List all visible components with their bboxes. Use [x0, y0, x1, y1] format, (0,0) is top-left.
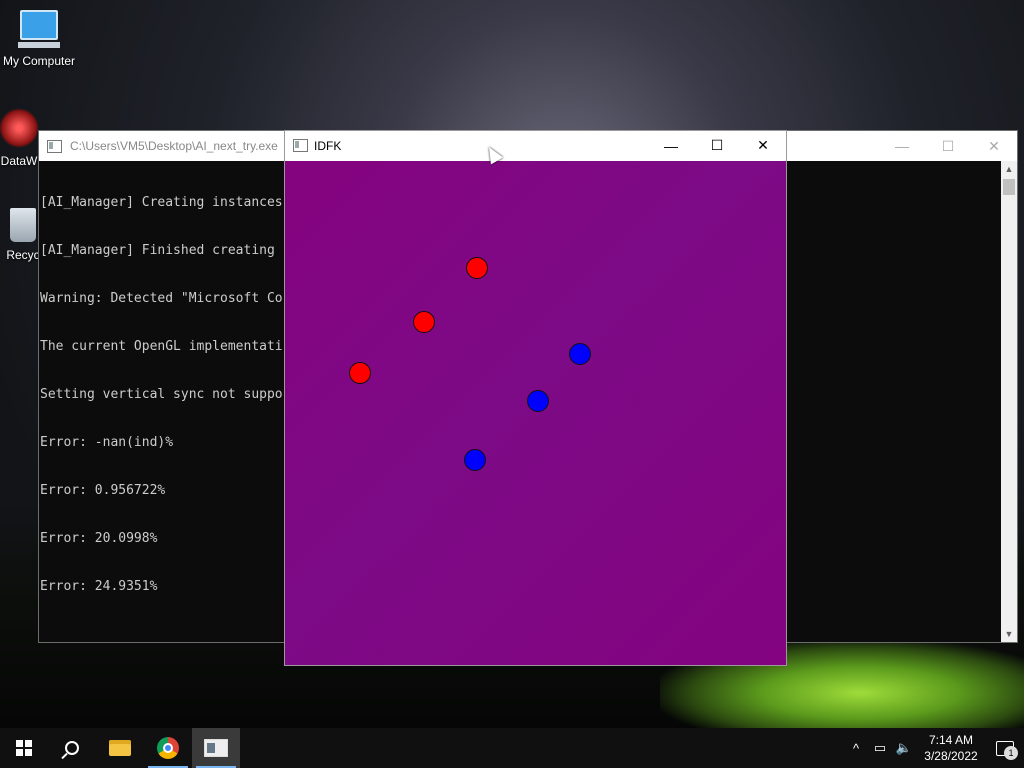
blue-point: [569, 343, 591, 365]
folder-icon: [109, 740, 131, 756]
app-shortcut-icon: [0, 108, 39, 148]
network-icon[interactable]: ▭: [868, 740, 892, 756]
search-icon: [65, 741, 79, 755]
console-minimize-button[interactable]: —: [879, 131, 925, 161]
blue-point: [464, 449, 486, 471]
render-canvas[interactable]: [285, 161, 786, 665]
computer-icon: [18, 10, 60, 48]
taskbar: ^ ▭ 🔈 7:14 AM 3/28/2022 1: [0, 728, 1024, 768]
taskbar-chrome[interactable]: [144, 728, 192, 768]
taskbar-console-app[interactable]: [192, 728, 240, 768]
clock[interactable]: 7:14 AM 3/28/2022: [916, 732, 986, 764]
console-scrollbar[interactable]: ▲ ▼: [1001, 161, 1017, 642]
desktop-icon-label: My Computer: [2, 54, 76, 68]
volume-icon[interactable]: 🔈: [892, 740, 916, 756]
idfk-close-button[interactable]: ✕: [740, 131, 786, 161]
idfk-app-icon: [293, 139, 308, 152]
windows-logo-icon: [16, 740, 32, 756]
desktop-icon-my-computer[interactable]: My Computer: [0, 10, 78, 68]
chrome-icon: [157, 737, 179, 759]
search-button[interactable]: [48, 728, 96, 768]
scroll-thumb[interactable]: [1003, 179, 1015, 195]
notification-badge: 1: [1004, 746, 1018, 760]
red-point: [413, 311, 435, 333]
notification-center-button[interactable]: 1: [986, 728, 1024, 768]
chevron-up-icon[interactable]: ^: [844, 741, 868, 756]
taskbar-file-explorer[interactable]: [96, 728, 144, 768]
idfk-window[interactable]: IDFK — ☐ ✕: [284, 130, 787, 666]
idfk-maximize-button[interactable]: ☐: [694, 131, 740, 161]
system-tray: ^ ▭ 🔈 7:14 AM 3/28/2022 1: [844, 728, 1024, 768]
clock-date: 3/28/2022: [924, 749, 978, 763]
scroll-down-icon[interactable]: ▼: [1001, 626, 1017, 642]
start-button[interactable]: [0, 728, 48, 768]
console-title: C:\Users\VM5\Desktop\AI_next_try.exe: [70, 139, 278, 153]
idfk-titlebar[interactable]: IDFK — ☐ ✕: [285, 131, 786, 160]
console-app-icon: [204, 739, 228, 757]
blue-point: [527, 390, 549, 412]
console-close-button[interactable]: ✕: [971, 131, 1017, 161]
recycle-bin-icon: [10, 208, 36, 242]
clock-time: 7:14 AM: [928, 733, 974, 747]
console-app-icon: [47, 139, 62, 153]
red-point: [466, 257, 488, 279]
idfk-title: IDFK: [314, 138, 342, 153]
scroll-up-icon[interactable]: ▲: [1001, 161, 1017, 177]
console-maximize-button[interactable]: ☐: [925, 131, 971, 161]
idfk-minimize-button[interactable]: —: [648, 131, 694, 161]
red-point: [349, 362, 371, 384]
